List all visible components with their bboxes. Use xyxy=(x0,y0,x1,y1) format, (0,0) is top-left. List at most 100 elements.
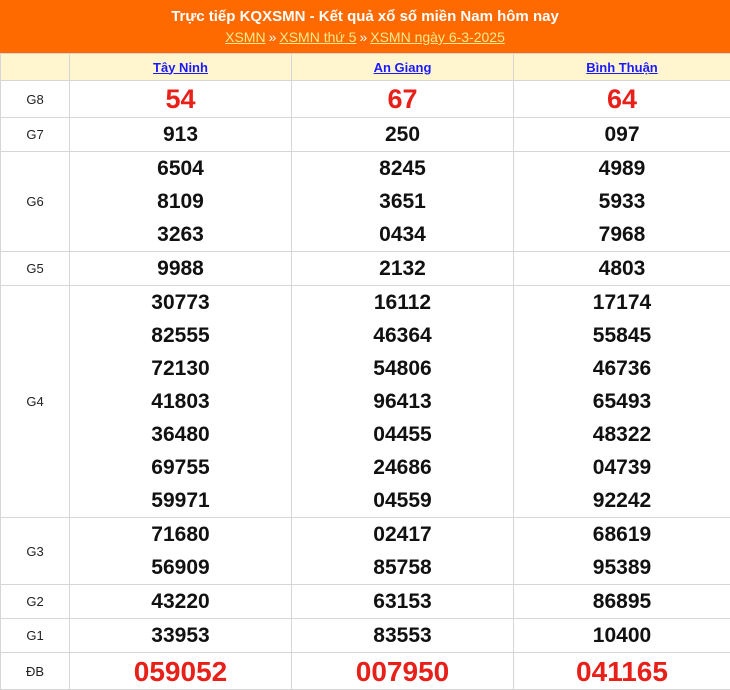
prize-cell: 650481093263 xyxy=(70,152,292,252)
prize-cell: 097 xyxy=(514,118,730,152)
province-header-row: Tây Ninh An Giang Bình Thuận xyxy=(1,54,730,81)
province-link-binh-thuan[interactable]: Bình Thuận xyxy=(586,60,658,75)
prize-cell: 824536510434 xyxy=(292,152,514,252)
prize-cell: 007950 xyxy=(292,653,514,690)
prize-number: 36480 xyxy=(70,418,291,451)
breadcrumb: XSMN»XSMN thứ 5»XSMN ngày 6-3-2025 xyxy=(0,28,730,46)
prize-cell: 7168056909 xyxy=(70,518,292,585)
prize-number: 69755 xyxy=(70,451,291,484)
prize-cell: 498959337968 xyxy=(514,152,730,252)
prize-number: 85758 xyxy=(292,551,513,584)
prize-row: G2432206315386895 xyxy=(1,585,730,619)
prize-cell: 64 xyxy=(514,81,730,118)
breadcrumb-xsmn-date[interactable]: XSMN ngày 6-3-2025 xyxy=(370,29,505,45)
prize-number: 8245 xyxy=(292,152,513,185)
breadcrumb-xsmn-thu-5[interactable]: XSMN thứ 5 xyxy=(279,29,356,45)
prize-number: 95389 xyxy=(514,551,730,584)
prize-number: 86895 xyxy=(514,585,730,618)
province-link-an-giang[interactable]: An Giang xyxy=(374,60,432,75)
prize-row: G430773825557213041803364806975559971161… xyxy=(1,286,730,518)
prize-cell: 6861995389 xyxy=(514,518,730,585)
prize-label: G2 xyxy=(1,585,70,619)
prize-cell: 041165 xyxy=(514,653,730,690)
prize-number: 059052 xyxy=(70,655,291,688)
breadcrumb-separator: » xyxy=(269,29,277,45)
prize-label: G8 xyxy=(1,81,70,118)
prize-number: 59971 xyxy=(70,484,291,517)
prize-number: 48322 xyxy=(514,418,730,451)
prize-number: 6504 xyxy=(70,152,291,185)
prize-number: 9988 xyxy=(70,252,291,285)
prize-number: 63153 xyxy=(292,585,513,618)
prize-cell: 2132 xyxy=(292,252,514,286)
prize-number: 04739 xyxy=(514,451,730,484)
prize-label: G4 xyxy=(1,286,70,518)
province-header: Bình Thuận xyxy=(514,54,730,81)
prize-cell: 43220 xyxy=(70,585,292,619)
prize-number: 33953 xyxy=(70,619,291,652)
prize-label: G1 xyxy=(1,619,70,653)
prize-cell: 913 xyxy=(70,118,292,152)
prize-number: 46736 xyxy=(514,352,730,385)
prize-number: 96413 xyxy=(292,385,513,418)
prize-row: G6650481093263824536510434498959337968 xyxy=(1,152,730,252)
prize-label: G3 xyxy=(1,518,70,585)
prize-number: 56909 xyxy=(70,551,291,584)
prize-label: G7 xyxy=(1,118,70,152)
prize-cell: 83553 xyxy=(292,619,514,653)
prize-number: 2132 xyxy=(292,252,513,285)
prize-number: 54806 xyxy=(292,352,513,385)
prize-cell: 0241785758 xyxy=(292,518,514,585)
prize-label: G5 xyxy=(1,252,70,286)
prize-row: G3716805690902417857586861995389 xyxy=(1,518,730,585)
prize-number: 7968 xyxy=(514,218,730,251)
prize-number: 0434 xyxy=(292,218,513,251)
province-header: Tây Ninh xyxy=(70,54,292,81)
prize-number: 5933 xyxy=(514,185,730,218)
prize-cell: 67 xyxy=(292,81,514,118)
prize-number: 24686 xyxy=(292,451,513,484)
header-blank-cell xyxy=(1,54,70,81)
prize-number: 30773 xyxy=(70,286,291,319)
prize-cell: 54 xyxy=(70,81,292,118)
prize-number: 43220 xyxy=(70,585,291,618)
prize-cell: 4803 xyxy=(514,252,730,286)
prize-number: 4989 xyxy=(514,152,730,185)
prize-number: 4803 xyxy=(514,252,730,285)
prize-number: 82555 xyxy=(70,319,291,352)
breadcrumb-separator: » xyxy=(359,29,367,45)
province-link-tay-ninh[interactable]: Tây Ninh xyxy=(153,60,208,75)
prize-number: 16112 xyxy=(292,286,513,319)
prize-number: 097 xyxy=(514,118,730,151)
breadcrumb-xsmn[interactable]: XSMN xyxy=(225,29,265,45)
prize-number: 3651 xyxy=(292,185,513,218)
prize-number: 68619 xyxy=(514,518,730,551)
prize-number: 71680 xyxy=(70,518,291,551)
prize-label: G6 xyxy=(1,152,70,252)
prize-number: 007950 xyxy=(292,655,513,688)
prize-number: 54 xyxy=(70,83,291,116)
prize-number: 04559 xyxy=(292,484,513,517)
prize-number: 46364 xyxy=(292,319,513,352)
prize-number: 02417 xyxy=(292,518,513,551)
prize-cell: 86895 xyxy=(514,585,730,619)
prize-number: 41803 xyxy=(70,385,291,418)
results-table: Tây Ninh An Giang Bình Thuận G8546764G79… xyxy=(0,53,730,690)
prize-number: 72130 xyxy=(70,352,291,385)
prize-row: G5998821324803 xyxy=(1,252,730,286)
prize-row: G1339538355310400 xyxy=(1,619,730,653)
prize-number: 8109 xyxy=(70,185,291,218)
prize-cell: 63153 xyxy=(292,585,514,619)
prize-number: 55845 xyxy=(514,319,730,352)
prize-cell: 9988 xyxy=(70,252,292,286)
prize-cell: 30773825557213041803364806975559971 xyxy=(70,286,292,518)
prize-label: ĐB xyxy=(1,653,70,690)
prize-row: G8546764 xyxy=(1,81,730,118)
prize-number: 3263 xyxy=(70,218,291,251)
prize-cell: 10400 xyxy=(514,619,730,653)
prize-cell: 17174558454673665493483220473992242 xyxy=(514,286,730,518)
prize-number: 92242 xyxy=(514,484,730,517)
prize-number: 10400 xyxy=(514,619,730,652)
prize-row: G7913250097 xyxy=(1,118,730,152)
prize-number: 64 xyxy=(514,83,730,116)
